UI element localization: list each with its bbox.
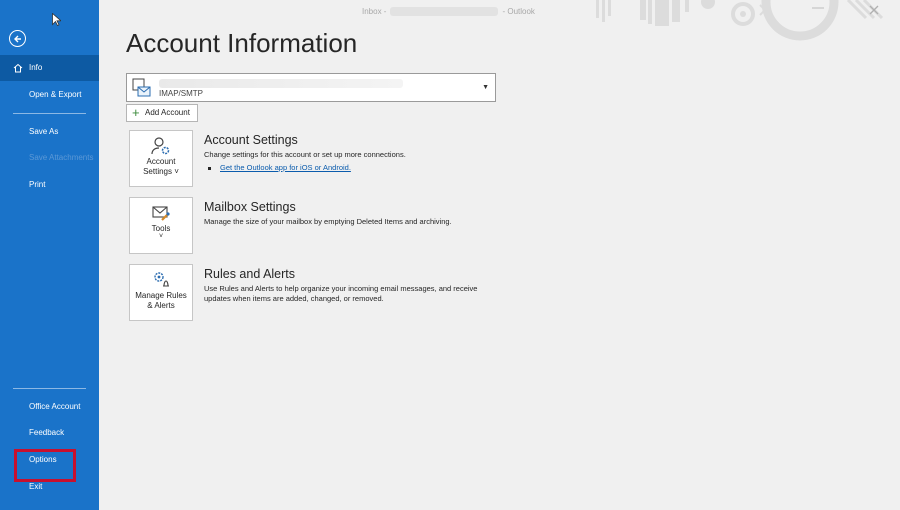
section-title: Rules and Alerts: [204, 267, 296, 281]
section-description: Use Rules and Alerts to help organize yo…: [204, 284, 478, 303]
tile-label: Account: [146, 157, 176, 166]
chevron-down-icon: ˅: [172, 167, 179, 176]
sidebar-item-exit[interactable]: Exit: [0, 474, 99, 500]
chevron-down-icon: ˅: [158, 233, 164, 240]
mouse-pointer-icon: [52, 13, 61, 26]
sidebar-item-info[interactable]: Info: [0, 55, 99, 81]
redacted-account-email: [159, 79, 403, 88]
back-button[interactable]: [9, 30, 26, 47]
manage-rules-alerts-button[interactable]: Manage Rules & Alerts: [129, 264, 193, 321]
section-title: Account Settings: [204, 133, 298, 147]
outlook-mobile-link-item: Get the Outlook app for iOS or Android.: [208, 163, 351, 172]
mail-account-icon: [132, 78, 151, 97]
section-description: Change settings for this account or set …: [204, 150, 406, 159]
bullet-icon: [208, 166, 211, 170]
tile-label: Settings: [143, 167, 172, 176]
sidebar-item-label: Print: [29, 180, 46, 189]
sidebar-divider: [13, 113, 86, 114]
section-description: Manage the size of your mailbox by empty…: [204, 217, 452, 226]
account-selector-dropdown[interactable]: IMAP/SMTP ▼: [126, 73, 496, 102]
title-folder: Inbox -: [362, 7, 387, 16]
sidebar-item-label: Info: [29, 63, 43, 72]
sidebar-item-label: Feedback: [29, 428, 65, 437]
sidebar-item-label: Office Account: [29, 402, 81, 411]
account-settings-button[interactable]: Account Settings ˅: [129, 130, 193, 187]
window-title: Inbox - - Outlook: [362, 7, 535, 17]
sidebar-item-open-export[interactable]: Open & Export: [0, 82, 99, 108]
tile-label: & Alerts: [147, 301, 175, 310]
redacted-account-name: [390, 7, 499, 17]
sidebar-divider: [13, 388, 86, 389]
section-title: Mailbox Settings: [204, 200, 296, 214]
rules-alerts-icon: [154, 272, 169, 287]
title-decoration-graphic: [596, 0, 884, 41]
sidebar-item-office-account[interactable]: Office Account: [0, 394, 99, 420]
sidebar-item-label: Exit: [29, 482, 43, 491]
home-icon: [13, 63, 23, 73]
sidebar-item-print[interactable]: Print: [0, 172, 99, 198]
sidebar-item-feedback[interactable]: Feedback: [0, 420, 99, 446]
sidebar-item-save-attachments: Save Attachments: [0, 145, 99, 171]
backstage-sidebar: Info Open & Export Save As Save Attachme…: [0, 0, 99, 510]
sidebar-item-label: Save Attachments: [29, 153, 94, 162]
account-settings-icon: [151, 137, 170, 155]
outlook-mobile-link[interactable]: Get the Outlook app for iOS or Android.: [220, 163, 351, 172]
sidebar-item-label: Options: [29, 455, 57, 464]
tile-label: Manage Rules: [135, 291, 187, 300]
tools-button[interactable]: Tools ˅: [129, 197, 193, 254]
add-account-button[interactable]: + Add Account: [126, 104, 198, 122]
sidebar-item-label: Open & Export: [29, 90, 82, 99]
arrow-left-icon: [13, 35, 21, 42]
title-app: - Outlook: [502, 7, 535, 16]
tile-label: Tools: [151, 224, 171, 233]
add-account-label: Add Account: [145, 108, 190, 117]
plus-icon: +: [132, 105, 140, 120]
sidebar-item-label: Save As: [29, 127, 59, 136]
account-type: IMAP/SMTP: [159, 89, 204, 98]
page-title: Account Information: [126, 28, 358, 58]
mailbox-tools-icon: [152, 206, 170, 221]
chevron-down-icon: ▼: [482, 84, 489, 91]
sidebar-item-save-as[interactable]: Save As: [0, 119, 99, 145]
sidebar-item-options[interactable]: Options: [0, 447, 99, 473]
